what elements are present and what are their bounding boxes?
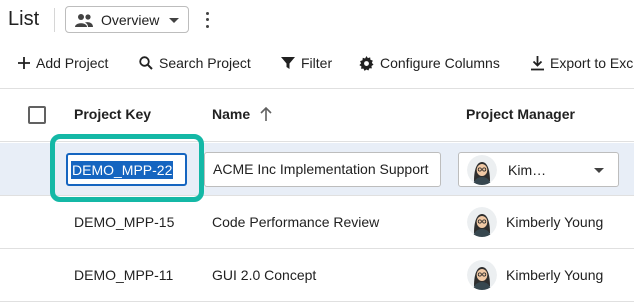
filter-icon	[281, 57, 295, 69]
column-header-label: Name	[212, 106, 251, 122]
table-row[interactable]: DEMO_MPP-15 Code Performance Review Kimb…	[0, 196, 634, 249]
column-header-project-key[interactable]: Project Key	[74, 106, 151, 122]
table-row[interactable]: DEMO_MPP-11 GUI 2.0 Concept Kimberly You…	[0, 249, 634, 302]
column-header-name[interactable]: Name	[212, 106, 272, 122]
more-options-icon[interactable]	[202, 10, 212, 30]
project-key-input[interactable]: DEMO_MPP-22	[66, 153, 187, 186]
avatar	[467, 207, 497, 237]
download-icon	[531, 55, 544, 70]
gear-icon	[359, 55, 374, 71]
select-all-checkbox[interactable]	[28, 106, 46, 124]
avatar	[467, 155, 497, 185]
project-name-cell: GUI 2.0 Concept	[212, 267, 317, 283]
search-project-button[interactable]: Search Project	[139, 46, 251, 80]
filter-button[interactable]: Filter	[281, 46, 332, 80]
project-manager-select[interactable]: Kim…	[458, 152, 619, 187]
project-manager-value: Kim…	[508, 162, 547, 178]
search-project-label: Search Project	[159, 55, 251, 71]
sort-ascending-icon[interactable]	[260, 107, 272, 121]
filter-label: Filter	[301, 55, 333, 71]
chevron-down-icon	[169, 18, 179, 23]
project-key-value: DEMO_MPP-22	[71, 160, 174, 179]
project-key-cell: DEMO_MPP-15	[74, 214, 175, 230]
title-divider	[54, 8, 55, 32]
project-name-input[interactable]: ACME Inc Implementation Support	[204, 152, 441, 187]
view-select-value: Overview	[101, 11, 160, 28]
view-select[interactable]: Overview	[65, 6, 189, 33]
plus-icon	[18, 57, 30, 69]
chevron-down-icon	[594, 168, 604, 173]
export-button[interactable]: Export to Exc	[531, 46, 633, 80]
column-header-label: Project Manager	[466, 106, 575, 122]
search-icon	[139, 56, 153, 70]
column-header-label: Project Key	[74, 106, 152, 122]
project-key-cell: DEMO_MPP-11	[74, 267, 174, 283]
column-header-project-manager[interactable]: Project Manager	[466, 106, 575, 122]
toolbar: Add Project Search Project Filter Config…	[0, 46, 634, 80]
project-manager-cell: Kimberly Young	[506, 214, 604, 230]
page-header: List Overview	[0, 0, 634, 40]
add-project-button[interactable]: Add Project	[18, 46, 108, 80]
avatar	[467, 260, 497, 290]
project-manager-cell: Kimberly Young	[506, 267, 604, 283]
project-name-cell: Code Performance Review	[212, 214, 380, 230]
people-icon	[75, 13, 93, 27]
add-project-label: Add Project	[36, 55, 109, 71]
page-title: List	[8, 8, 40, 30]
configure-columns-button[interactable]: Configure Columns	[359, 46, 500, 80]
export-label: Export to Exc	[550, 55, 634, 71]
configure-columns-label: Configure Columns	[380, 55, 500, 71]
